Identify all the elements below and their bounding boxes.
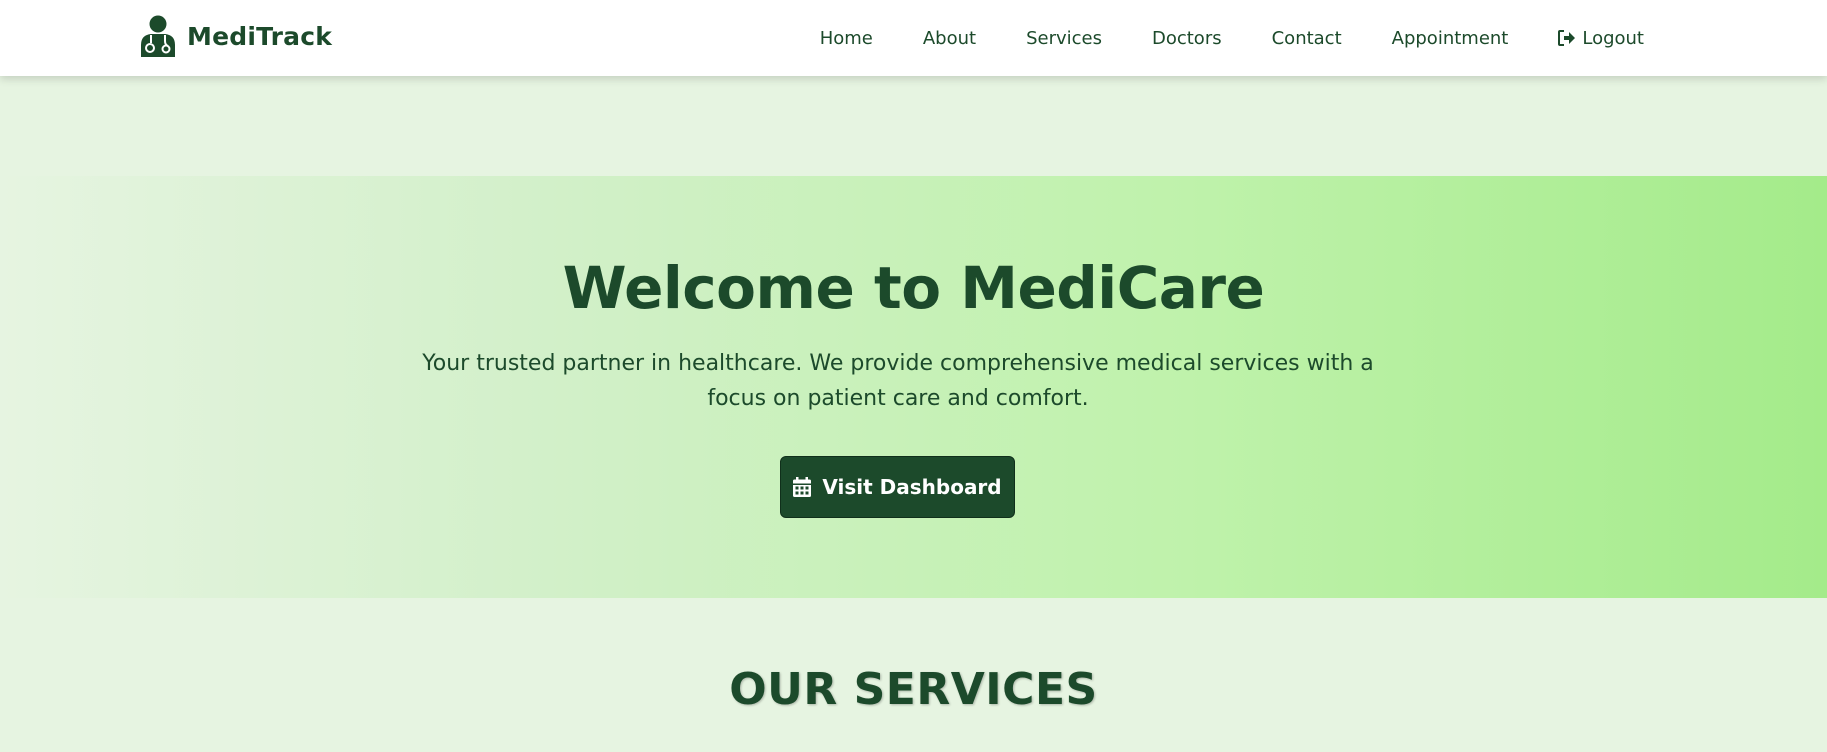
nav-home[interactable]: Home (820, 28, 873, 49)
visit-dashboard-button[interactable]: Visit Dashboard (780, 456, 1015, 518)
doctor-icon (139, 15, 177, 57)
nav-contact[interactable]: Contact (1272, 28, 1342, 49)
nav-services[interactable]: Services (1026, 28, 1102, 49)
navbar: MediTrack Home About Services Doctors Co… (0, 0, 1827, 76)
hero-description: Your trusted partner in healthcare. We p… (422, 351, 1374, 411)
services-heading: OUR SERVICES (729, 664, 1098, 715)
nav-doctors[interactable]: Doctors (1152, 28, 1222, 49)
logout-icon (1558, 30, 1576, 46)
calendar-icon (793, 477, 812, 497)
visit-dashboard-label: Visit Dashboard (822, 475, 1002, 499)
logout-label: Logout (1582, 27, 1644, 49)
nav-about[interactable]: About (923, 28, 976, 49)
main-nav: Home About Services Doctors Contact Appo… (820, 0, 1644, 76)
hero-section: Welcome to MediCare Your trusted partner… (0, 176, 1827, 598)
nav-logout[interactable]: Logout (1558, 28, 1644, 49)
brand-name: MediTrack (187, 21, 333, 51)
nav-appointment[interactable]: Appointment (1392, 28, 1509, 49)
hero-title: Welcome to MediCare (562, 254, 1265, 322)
brand-logo[interactable]: MediTrack (139, 15, 332, 57)
